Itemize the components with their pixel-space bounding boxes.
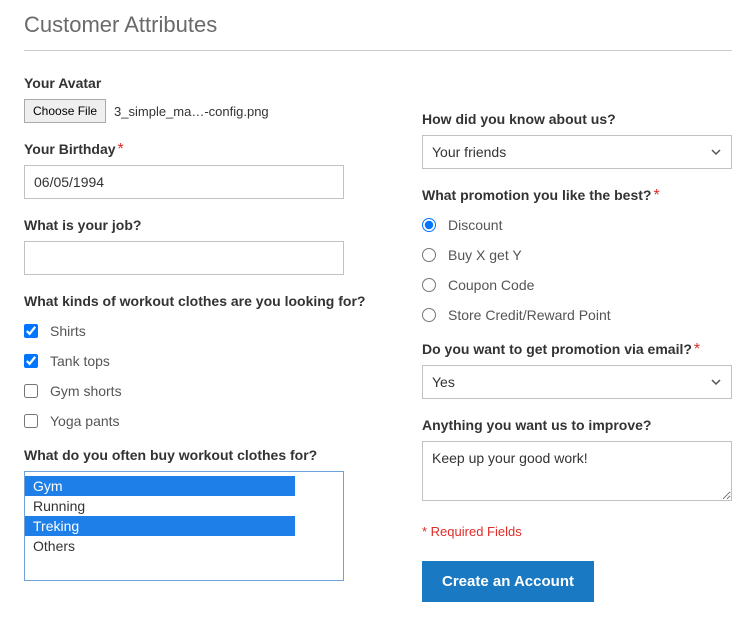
improve-textarea[interactable] bbox=[422, 441, 732, 501]
selected-file-name: 3_simple_ma…-config.png bbox=[114, 104, 269, 119]
choose-file-button[interactable]: Choose File bbox=[24, 99, 106, 123]
promo-radio[interactable] bbox=[422, 218, 436, 232]
clothes-field: What kinds of workout clothes are you lo… bbox=[24, 293, 382, 429]
promo-label: What promotion you like the best? bbox=[422, 187, 651, 203]
promo-option[interactable]: Discount bbox=[422, 217, 732, 233]
promo-email-select-value: Yes bbox=[432, 374, 455, 390]
improve-label: Anything you want us to improve? bbox=[422, 417, 651, 433]
buyfor-field: What do you often buy workout clothes fo… bbox=[24, 447, 382, 581]
birthday-input[interactable] bbox=[24, 165, 344, 199]
promo-email-select[interactable]: Yes bbox=[422, 365, 732, 399]
clothes-checkbox[interactable] bbox=[24, 354, 38, 368]
promo-email-label: Do you want to get promotion via email? bbox=[422, 341, 692, 357]
promo-radio[interactable] bbox=[422, 278, 436, 292]
clothes-option-label: Tank tops bbox=[50, 353, 110, 369]
avatar-field: Your Avatar Choose File 3_simple_ma…-con… bbox=[24, 75, 382, 123]
clothes-label: What kinds of workout clothes are you lo… bbox=[24, 293, 365, 309]
required-marker: * bbox=[118, 141, 124, 158]
required-marker: * bbox=[694, 341, 700, 358]
clothes-checkbox[interactable] bbox=[24, 414, 38, 428]
promo-option-label: Buy X get Y bbox=[448, 247, 522, 263]
source-select[interactable]: Your friends bbox=[422, 135, 732, 169]
clothes-checkbox[interactable] bbox=[24, 324, 38, 338]
promo-option-label: Discount bbox=[448, 217, 502, 233]
promo-option-label: Coupon Code bbox=[448, 277, 534, 293]
clothes-checkbox[interactable] bbox=[24, 384, 38, 398]
promo-option[interactable]: Store Credit/Reward Point bbox=[422, 307, 732, 323]
source-select-value: Your friends bbox=[432, 144, 506, 160]
clothes-option[interactable]: Tank tops bbox=[24, 353, 382, 369]
clothes-option-label: Shirts bbox=[50, 323, 86, 339]
buyfor-option[interactable]: Gym bbox=[25, 476, 295, 496]
buyfor-multiselect[interactable]: GymRunningTrekingOthers bbox=[24, 471, 344, 581]
required-marker: * bbox=[653, 187, 659, 204]
buyfor-option[interactable]: Others bbox=[25, 536, 343, 556]
buyfor-option[interactable]: Treking bbox=[25, 516, 295, 536]
buyfor-option[interactable]: Running bbox=[25, 496, 343, 516]
clothes-option[interactable]: Gym shorts bbox=[24, 383, 382, 399]
promo-radio[interactable] bbox=[422, 308, 436, 322]
source-field: How did you know about us? Your friends bbox=[422, 111, 732, 169]
improve-field: Anything you want us to improve? bbox=[422, 417, 732, 506]
avatar-label: Your Avatar bbox=[24, 75, 101, 91]
promo-option-label: Store Credit/Reward Point bbox=[448, 307, 611, 323]
promo-option[interactable]: Buy X get Y bbox=[422, 247, 732, 263]
create-account-button[interactable]: Create an Account bbox=[422, 561, 594, 602]
clothes-option[interactable]: Shirts bbox=[24, 323, 382, 339]
job-field: What is your job? bbox=[24, 217, 382, 275]
job-input[interactable] bbox=[24, 241, 344, 275]
promo-field: What promotion you like the best?* Disco… bbox=[422, 187, 732, 323]
clothes-option[interactable]: Yoga pants bbox=[24, 413, 382, 429]
job-label: What is your job? bbox=[24, 217, 141, 233]
promo-radio[interactable] bbox=[422, 248, 436, 262]
page-title: Customer Attributes bbox=[24, 12, 732, 51]
clothes-option-label: Yoga pants bbox=[50, 413, 120, 429]
promo-option[interactable]: Coupon Code bbox=[422, 277, 732, 293]
buyfor-label: What do you often buy workout clothes fo… bbox=[24, 447, 317, 463]
promo-email-field: Do you want to get promotion via email?*… bbox=[422, 341, 732, 399]
birthday-field: Your Birthday* bbox=[24, 141, 382, 199]
required-fields-note: * Required Fields bbox=[422, 524, 732, 539]
clothes-option-label: Gym shorts bbox=[50, 383, 122, 399]
source-label: How did you know about us? bbox=[422, 111, 616, 127]
birthday-label: Your Birthday bbox=[24, 141, 116, 157]
